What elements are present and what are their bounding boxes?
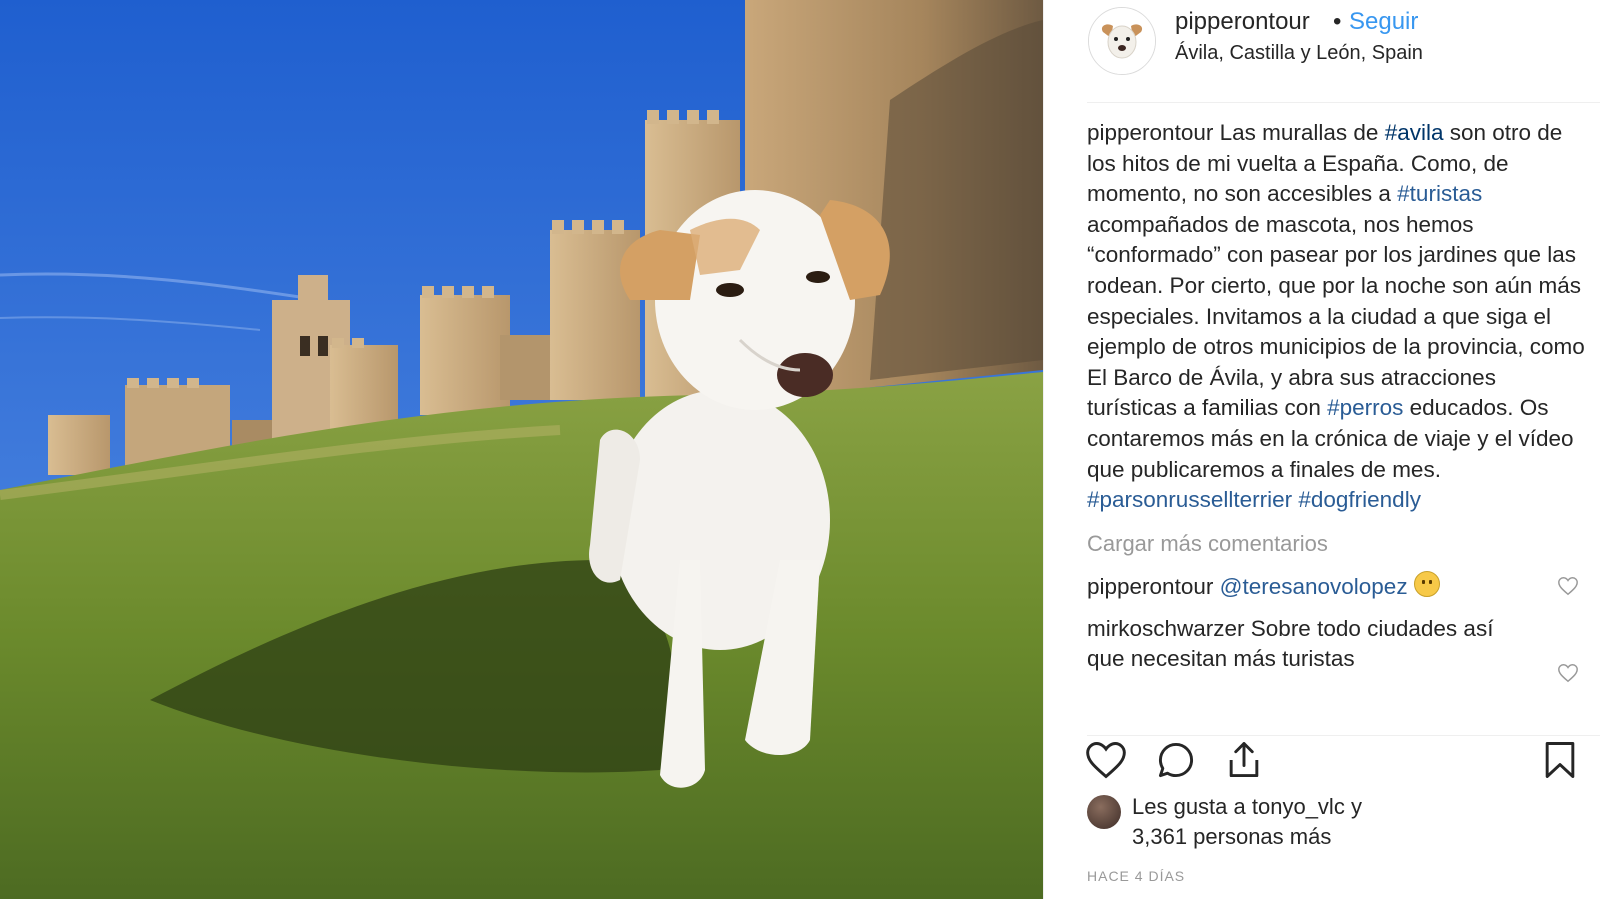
liker-username[interactable]: tonyo_vlc bbox=[1252, 794, 1345, 819]
hashtag-link[interactable]: #dogfriendly bbox=[1298, 487, 1421, 512]
comment-item: mirkoschwarzer Sobre todo ciudades así q… bbox=[1087, 614, 1587, 682]
save-button[interactable] bbox=[1538, 738, 1586, 786]
post-caption: pipperontour Las murallas de #avila son … bbox=[1087, 118, 1587, 516]
follow-button[interactable]: Seguir bbox=[1349, 8, 1418, 36]
comment-text bbox=[1408, 574, 1414, 599]
hashtag-link[interactable]: #avila bbox=[1385, 120, 1444, 145]
post-location[interactable]: Ávila, Castilla y León, Spain bbox=[1175, 42, 1423, 65]
share-icon bbox=[1229, 742, 1259, 778]
comment-button[interactable] bbox=[1154, 738, 1202, 786]
dog-at-avila-walls-image bbox=[0, 0, 1043, 899]
likes-line-1: Les gusta a tonyo_vlc y bbox=[1132, 794, 1362, 820]
caption-username[interactable]: pipperontour bbox=[1087, 120, 1213, 145]
post-photo[interactable] bbox=[0, 0, 1043, 899]
comment-username[interactable]: pipperontour bbox=[1087, 574, 1213, 599]
comments-section[interactable]: pipperontour Las murallas de #avila son … bbox=[1087, 118, 1587, 735]
like-button[interactable] bbox=[1084, 738, 1132, 786]
dog-avatar-icon bbox=[1089, 8, 1155, 74]
header-divider bbox=[1087, 102, 1600, 103]
comment-like-heart-icon[interactable] bbox=[1557, 575, 1579, 597]
hashtag-link[interactable]: #parsonrussellterrier bbox=[1087, 487, 1292, 512]
post-side-panel: pipperontour • Seguir Ávila, Castilla y … bbox=[1043, 0, 1600, 899]
post-author-username[interactable]: pipperontour bbox=[1175, 8, 1310, 36]
smiling-face-emoji-icon bbox=[1413, 570, 1440, 597]
likes-suffix: y bbox=[1344, 794, 1362, 819]
heart-icon bbox=[1086, 742, 1126, 779]
liker-avatar[interactable] bbox=[1087, 795, 1121, 829]
comment-mention[interactable]: @teresanovolopez bbox=[1220, 574, 1408, 599]
header-separator-dot: • bbox=[1333, 8, 1342, 35]
likes-others-count[interactable]: 3,361 personas más bbox=[1132, 824, 1331, 850]
post-actions-bar bbox=[1044, 738, 1600, 790]
post-header: pipperontour • Seguir Ávila, Castilla y … bbox=[1044, 0, 1600, 103]
comment-like-heart-icon[interactable] bbox=[1557, 662, 1579, 684]
hashtag-link[interactable]: #turistas bbox=[1397, 181, 1482, 206]
load-more-comments-button[interactable]: Cargar más comentarios bbox=[1087, 529, 1587, 559]
caption-text: acompañados de mascota, nos hemos “confo… bbox=[1087, 211, 1585, 421]
likes-prefix: Les gusta a bbox=[1132, 794, 1252, 819]
hashtag-link[interactable]: #perros bbox=[1327, 395, 1403, 420]
comment-item: pipperontour @teresanovolopez bbox=[1087, 570, 1587, 602]
profile-avatar[interactable] bbox=[1088, 7, 1156, 75]
post-timestamp: HACE 4 DÍAS bbox=[1087, 868, 1186, 884]
bookmark-icon bbox=[1545, 742, 1575, 778]
actions-divider bbox=[1087, 735, 1600, 736]
share-button[interactable] bbox=[1222, 738, 1270, 786]
likes-summary: Les gusta a tonyo_vlc y 3,361 personas m… bbox=[1087, 792, 1587, 852]
comment-bubble-icon bbox=[1158, 742, 1194, 778]
comment-username[interactable]: mirkoschwarzer bbox=[1087, 616, 1245, 641]
caption-text: Las murallas de bbox=[1213, 120, 1385, 145]
